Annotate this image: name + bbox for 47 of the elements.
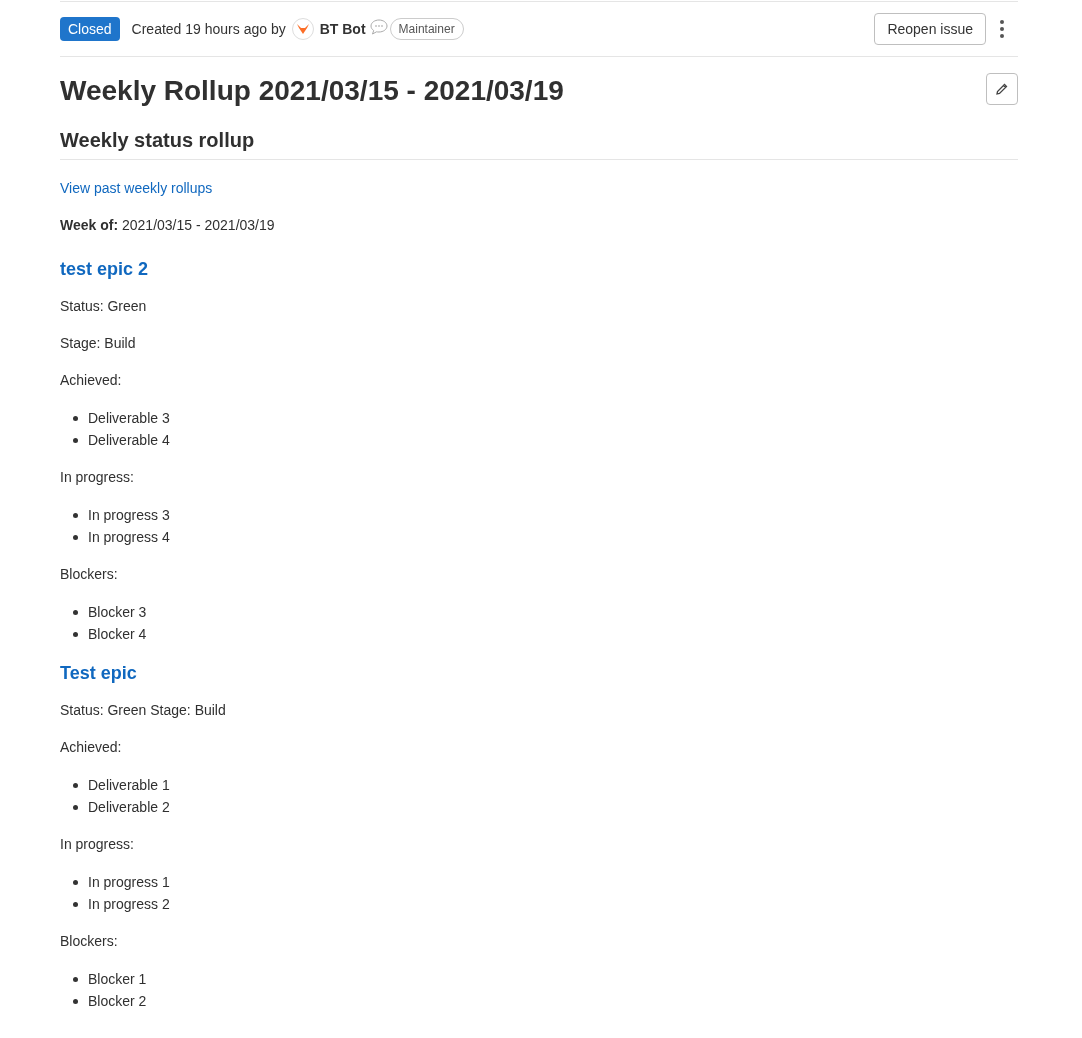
bullet-icon — [73, 609, 78, 615]
paragraph: Stage: Build — [60, 334, 137, 353]
bullet-icon — [73, 879, 78, 885]
bullet-icon — [73, 804, 78, 810]
paragraph: Status: Green — [60, 297, 148, 316]
edit-button[interactable] — [986, 73, 1018, 105]
paragraph: Status: Green Stage: Build — [60, 701, 227, 720]
list-item: In progress 2 — [88, 894, 170, 914]
list-item: In progress 3 — [88, 505, 170, 525]
list-item: Blocker 2 — [88, 991, 147, 1011]
bullet-icon — [73, 534, 78, 540]
list-item: Deliverable 4 — [88, 430, 170, 450]
issue-title: Weekly Rollup 2021/03/15 - 2021/03/19 — [60, 74, 565, 108]
description-heading: Weekly status rollup — [60, 127, 1018, 160]
bullet-icon — [73, 976, 78, 982]
paragraph: In progress: — [60, 468, 135, 487]
epic-link[interactable]: Test epic — [60, 661, 137, 685]
pencil-icon — [995, 82, 1009, 96]
paragraph: Blockers: — [60, 565, 119, 584]
list-item: In progress 4 — [88, 527, 170, 547]
list-item: Deliverable 2 — [88, 797, 170, 817]
reopen-button[interactable]: Reopen issue — [874, 13, 986, 45]
list-item: Blocker 1 — [88, 969, 147, 989]
bullet-icon — [73, 782, 78, 788]
bullet-icon — [73, 901, 78, 907]
created-text: Created 19 hours ago by — [131, 19, 286, 39]
paragraph: Achieved: — [60, 738, 123, 757]
bullet-icon — [73, 437, 78, 443]
past-rollups-link[interactable]: View past weekly rollups — [60, 178, 213, 198]
status-badge: Closed — [60, 17, 120, 41]
list-item: Deliverable 3 — [88, 408, 170, 428]
list-item: Blocker 3 — [88, 602, 147, 622]
bullet-icon — [73, 631, 78, 637]
comment-icon — [369, 19, 388, 35]
paragraph: Achieved: — [60, 371, 123, 390]
epic-link[interactable]: test epic 2 — [60, 257, 149, 281]
bullet-icon — [73, 512, 78, 518]
week-of-text: Week of: 2021/03/15 - 2021/03/19 — [60, 216, 276, 235]
paragraph: In progress: — [60, 835, 135, 854]
list-item: Blocker 4 — [88, 624, 147, 644]
more-options-icon[interactable] — [1000, 20, 1004, 38]
paragraph: Blockers: — [60, 932, 119, 951]
list-item: Deliverable 1 — [88, 775, 170, 795]
author-name[interactable]: BT Bot — [319, 18, 366, 40]
list-item: In progress 1 — [88, 872, 170, 892]
bullet-icon — [73, 998, 78, 1004]
bullet-icon — [73, 415, 78, 421]
